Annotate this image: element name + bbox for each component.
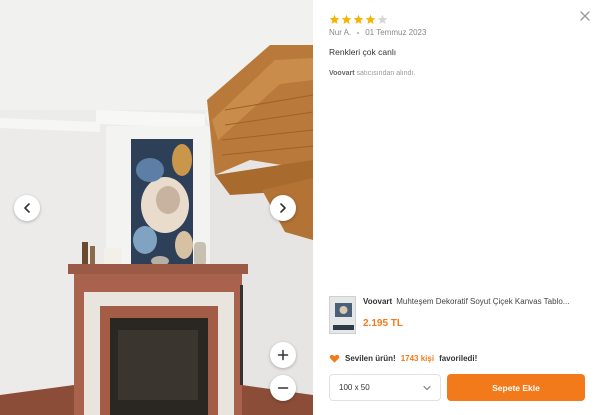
minus-icon (277, 387, 289, 389)
seller-info: Voovart satıcısından alındı. (329, 70, 415, 77)
heart-icon (329, 354, 340, 363)
review-detail-panel: Nur A. 01 Temmuz 2023 Renkleri çok canlı… (313, 0, 600, 415)
next-image-button[interactable] (270, 195, 296, 221)
review-photo (0, 0, 313, 415)
favorite-count: 1743 kişi (400, 354, 435, 363)
chevron-right-icon (280, 203, 286, 213)
star-filled-icon (365, 14, 376, 25)
product-thumbnail[interactable] (329, 296, 356, 334)
separator-dot (357, 31, 360, 34)
star-filled-icon (353, 14, 364, 25)
size-dropdown[interactable]: 100 x 50 (329, 374, 441, 401)
zoom-out-button[interactable] (270, 375, 296, 401)
favorite-suffix: favoriledi! (439, 354, 478, 363)
plus-icon (277, 349, 289, 361)
close-icon (580, 11, 590, 21)
star-filled-icon (329, 14, 340, 25)
seller-name[interactable]: Voovart (329, 70, 355, 77)
star-filled-icon (341, 14, 352, 25)
rating-stars (329, 14, 388, 25)
add-to-cart-button[interactable]: Sepete Ekle (447, 374, 585, 401)
room-photo-image (0, 0, 313, 415)
favorite-banner: Sevilen ürün! 1743 kişi favoriledi! (329, 353, 477, 364)
product-title[interactable]: Voovart Muhteşem Dekoratif Soyut Çiçek Ka… (363, 297, 591, 306)
product-card[interactable]: Voovart Muhteşem Dekoratif Soyut Çiçek Ka… (329, 296, 591, 336)
product-price: 2.195 TL (363, 318, 404, 329)
star-empty-icon (377, 14, 388, 25)
product-brand: Voovart (363, 297, 393, 306)
size-selected-value: 100 x 50 (339, 383, 370, 392)
favorite-label: Sevilen ürün! (345, 354, 396, 363)
previous-image-button[interactable] (14, 195, 40, 221)
review-text: Renkleri çok canlı (329, 47, 397, 57)
product-name: Muhteşem Dekoratif Soyut Çiçek Kanvas Ta… (396, 297, 570, 306)
zoom-in-button[interactable] (270, 342, 296, 368)
chevron-left-icon (24, 203, 30, 213)
reviewer-name: Nur A. (329, 28, 352, 37)
product-thumbnail-image (330, 297, 355, 333)
seller-suffix: satıcısından alındı. (356, 70, 416, 77)
review-meta: Nur A. 01 Temmuz 2023 (329, 28, 426, 37)
close-button[interactable] (578, 9, 592, 23)
review-date: 01 Temmuz 2023 (365, 28, 427, 37)
chevron-down-icon (423, 384, 431, 392)
